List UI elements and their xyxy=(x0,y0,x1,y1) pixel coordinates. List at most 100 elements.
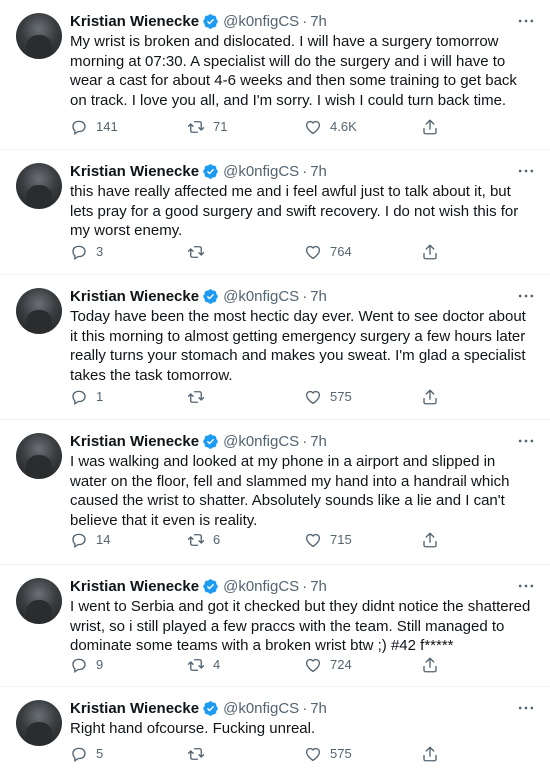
separator-dot: · xyxy=(302,12,308,30)
verified-badge-icon xyxy=(203,288,218,304)
more-options-icon[interactable] xyxy=(516,288,536,304)
verified-badge-icon xyxy=(203,163,218,179)
retweet-button[interactable] xyxy=(187,387,304,407)
tweet-timestamp[interactable]: 7h xyxy=(310,578,327,595)
avatar[interactable] xyxy=(16,433,62,479)
retweet-button[interactable] xyxy=(187,242,304,262)
author-name[interactable]: Kristian Wienecke xyxy=(70,163,199,180)
tweet-timestamp[interactable]: 7h xyxy=(310,433,327,450)
share-button[interactable] xyxy=(421,530,461,550)
avatar[interactable] xyxy=(16,13,62,59)
retweet-icon xyxy=(187,121,205,133)
like-button[interactable]: 4.6K xyxy=(304,117,421,137)
like-button[interactable]: 575 xyxy=(304,744,421,764)
like-icon xyxy=(305,390,321,405)
author-name[interactable]: Kristian Wienecke xyxy=(70,288,199,305)
verified-badge-icon xyxy=(203,700,218,716)
avatar[interactable] xyxy=(16,578,62,624)
reply-button[interactable]: 14 xyxy=(70,530,187,550)
verified-badge-icon xyxy=(203,578,218,594)
author-name[interactable]: Kristian Wienecke xyxy=(70,433,199,450)
reply-count: 1 xyxy=(96,389,104,404)
tweet-text: I went to Serbia and got it checked but … xyxy=(70,598,531,654)
like-count: 575 xyxy=(330,389,352,404)
retweet-button[interactable]: 71 xyxy=(187,117,304,137)
like-count: 724 xyxy=(330,657,352,672)
tweet-text: Today have been the most hectic day ever… xyxy=(70,308,526,384)
tweet[interactable]: Kristian Wienecke @k0nfigCS · 7h this ha… xyxy=(0,150,550,275)
avatar[interactable] xyxy=(16,163,62,209)
more-options-icon[interactable] xyxy=(516,433,536,449)
tweet-timestamp[interactable]: 7h xyxy=(310,288,327,305)
share-button[interactable] xyxy=(421,655,461,675)
reply-icon xyxy=(72,747,86,763)
reply-button[interactable]: 1 xyxy=(70,387,187,407)
tweet-text: I was walking and looked at my phone in … xyxy=(70,453,510,529)
share-icon xyxy=(423,119,437,135)
share-icon xyxy=(423,657,437,673)
like-button[interactable]: 715 xyxy=(304,530,421,550)
separator-dot: · xyxy=(302,577,308,595)
like-icon xyxy=(305,245,321,260)
retweet-count: 4 xyxy=(213,657,221,672)
retweet-icon xyxy=(187,534,205,546)
avatar[interactable] xyxy=(16,700,62,746)
share-icon xyxy=(423,532,437,548)
like-button[interactable]: 724 xyxy=(304,655,421,675)
author-name[interactable]: Kristian Wienecke xyxy=(70,578,199,595)
share-icon xyxy=(423,389,437,405)
retweet-count: 6 xyxy=(213,532,221,547)
tweet-text: this have really affected me and i feel … xyxy=(70,183,519,239)
reply-button[interactable]: 141 xyxy=(70,117,187,137)
tweet[interactable]: Kristian Wienecke @k0nfigCS · 7h My wris… xyxy=(0,0,550,150)
reply-icon xyxy=(72,390,86,406)
retweet-icon xyxy=(187,748,205,760)
like-count: 764 xyxy=(330,244,352,259)
retweet-icon xyxy=(187,659,205,671)
author-handle[interactable]: @k0nfigCS xyxy=(223,288,299,305)
tweet-timestamp[interactable]: 7h xyxy=(310,700,327,717)
author-name[interactable]: Kristian Wienecke xyxy=(70,700,199,717)
separator-dot: · xyxy=(302,432,308,450)
author-handle[interactable]: @k0nfigCS xyxy=(223,163,299,180)
reply-icon xyxy=(72,533,86,549)
retweet-button[interactable] xyxy=(187,744,304,764)
retweet-button[interactable]: 4 xyxy=(187,655,304,675)
tweet-text: My wrist is broken and dislocated. I wil… xyxy=(70,33,517,109)
tweet[interactable]: Kristian Wienecke @k0nfigCS · 7h Today h… xyxy=(0,275,550,420)
reply-icon xyxy=(72,658,86,674)
like-icon xyxy=(305,658,321,673)
more-options-icon[interactable] xyxy=(516,700,536,716)
author-handle[interactable]: @k0nfigCS xyxy=(223,700,299,717)
like-button[interactable]: 575 xyxy=(304,387,421,407)
reply-button[interactable]: 3 xyxy=(70,242,187,262)
tweet[interactable]: Kristian Wienecke @k0nfigCS · 7h I was w… xyxy=(0,420,550,565)
separator-dot: · xyxy=(302,287,308,305)
verified-badge-icon xyxy=(203,13,218,29)
share-icon xyxy=(423,244,437,260)
tweet-timestamp[interactable]: 7h xyxy=(310,13,327,30)
share-button[interactable] xyxy=(421,387,461,407)
avatar[interactable] xyxy=(16,288,62,334)
tweet[interactable]: Kristian Wienecke @k0nfigCS · 7h Right h… xyxy=(0,687,550,778)
reply-icon xyxy=(72,245,86,261)
like-button[interactable]: 764 xyxy=(304,242,421,262)
reply-count: 9 xyxy=(96,657,104,672)
share-button[interactable] xyxy=(421,117,461,137)
author-handle[interactable]: @k0nfigCS xyxy=(223,13,299,30)
reply-button[interactable]: 5 xyxy=(70,744,187,764)
author-handle[interactable]: @k0nfigCS xyxy=(223,433,299,450)
more-options-icon[interactable] xyxy=(516,13,536,29)
share-button[interactable] xyxy=(421,744,461,764)
author-handle[interactable]: @k0nfigCS xyxy=(223,578,299,595)
verified-badge-icon xyxy=(203,433,218,449)
reply-button[interactable]: 9 xyxy=(70,655,187,675)
share-button[interactable] xyxy=(421,242,461,262)
more-options-icon[interactable] xyxy=(516,163,536,179)
like-icon xyxy=(305,533,321,548)
tweet-timestamp[interactable]: 7h xyxy=(310,163,327,180)
author-name[interactable]: Kristian Wienecke xyxy=(70,13,199,30)
more-options-icon[interactable] xyxy=(516,578,536,594)
retweet-button[interactable]: 6 xyxy=(187,530,304,550)
tweet[interactable]: Kristian Wienecke @k0nfigCS · 7h I went … xyxy=(0,565,550,687)
